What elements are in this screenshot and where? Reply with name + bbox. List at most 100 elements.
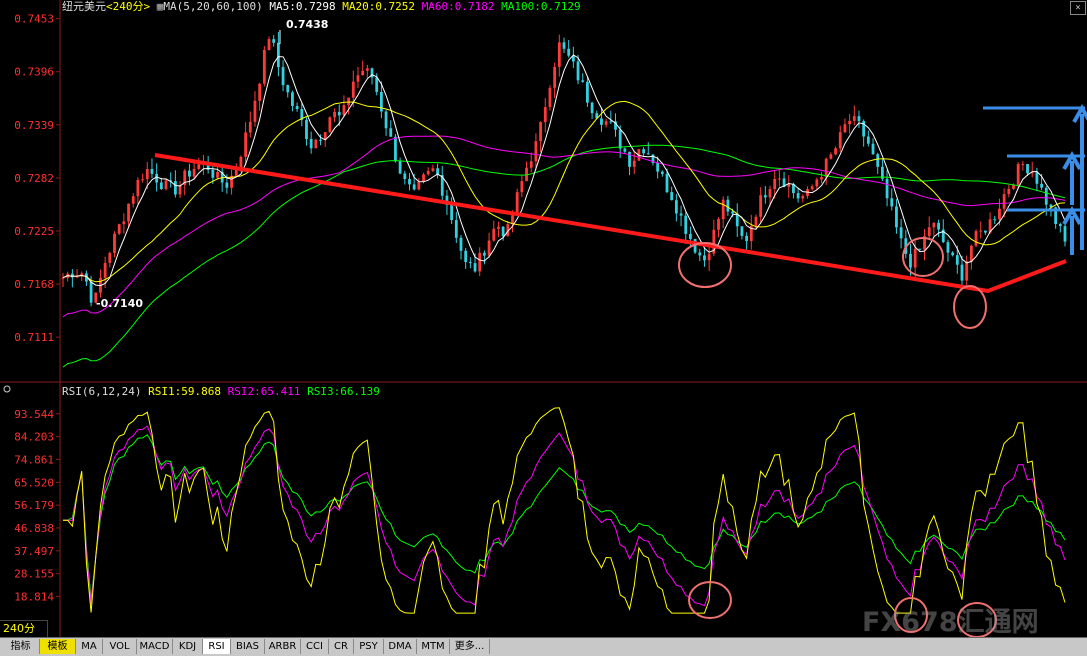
candle-body — [777, 178, 781, 180]
candle-body — [1026, 163, 1029, 174]
candle-body — [618, 129, 622, 149]
candle-body — [740, 226, 744, 236]
price-tick-label: 0.7339 — [14, 119, 54, 132]
candle-body — [557, 42, 561, 67]
candle-body — [468, 262, 472, 264]
candle-body — [895, 206, 898, 228]
tab-more[interactable]: 更多... — [450, 639, 490, 654]
period-label[interactable]: 240分 — [0, 620, 48, 637]
candle-body — [356, 75, 360, 82]
candle-body — [103, 262, 107, 278]
tab-dma[interactable]: DMA — [384, 639, 417, 654]
candle-body — [276, 42, 280, 68]
candle-body — [984, 230, 987, 233]
candle-body — [192, 168, 196, 177]
candle-body — [1021, 163, 1025, 165]
tab-psy[interactable]: PSY — [354, 639, 384, 654]
candle-body — [473, 263, 477, 272]
candle-body — [726, 199, 730, 212]
tab-kdj[interactable]: KDJ — [173, 639, 203, 654]
candle-body — [1007, 188, 1011, 195]
candle-body — [965, 261, 969, 281]
candle-body — [885, 178, 889, 199]
candle-body — [1063, 226, 1067, 242]
candle-body — [150, 169, 154, 174]
candle-body — [539, 122, 542, 142]
candle-body — [244, 132, 248, 157]
candle-body — [927, 227, 931, 237]
candle-body — [567, 48, 571, 56]
candle-body — [412, 184, 416, 190]
tab-ma[interactable]: MA — [76, 639, 103, 654]
candle-body — [492, 228, 496, 241]
close-icon[interactable]: × — [1070, 1, 1086, 15]
candle-body — [979, 230, 983, 232]
candle-body — [890, 198, 894, 207]
candle-body — [609, 121, 613, 123]
rsi2-value: RSI2:65.411 — [227, 385, 301, 398]
candle-body — [731, 211, 734, 214]
candle-body — [871, 143, 875, 155]
candle-body — [993, 219, 997, 221]
rsi-tick-label: 37.497 — [14, 545, 54, 558]
candle-body — [913, 248, 917, 268]
candle-body — [670, 192, 674, 201]
candle-body — [1058, 224, 1062, 227]
candle-body — [253, 100, 257, 122]
candle-body — [314, 139, 318, 149]
rsi-tick-label: 65.520 — [14, 476, 54, 489]
tab-arbr[interactable]: ARBR — [265, 639, 301, 654]
candle-body — [815, 179, 819, 187]
candle-body — [248, 121, 252, 133]
tab-indicator[interactable]: 指标 — [2, 639, 40, 654]
tab-template[interactable]: 模板 — [40, 639, 76, 654]
tab-cci[interactable]: CCI — [301, 639, 329, 654]
candle-body — [955, 255, 959, 265]
candle-body — [632, 160, 636, 167]
tab-bias[interactable]: BIAS — [231, 639, 265, 654]
tab-macd[interactable]: MACD — [137, 639, 173, 654]
candle-body — [478, 252, 482, 272]
candle-body — [497, 226, 500, 229]
candle-body — [173, 181, 177, 195]
candle-body — [417, 181, 421, 190]
symbol-label: 纽元美元 — [62, 0, 106, 13]
price-tick-label: 0.7453 — [14, 13, 54, 26]
candle-body — [483, 252, 486, 256]
watermark-logo: FX678汇通网 — [862, 607, 1039, 638]
chart-area[interactable]: 0.7453 0.7396 0.7339 0.7282 0.7225 0.7168 0.71… — [0, 0, 1087, 637]
ma20-value: MA20:0.7252 — [342, 0, 416, 13]
candle-body — [974, 231, 978, 246]
candle-body — [876, 154, 880, 167]
rsi-tick-label: 56.179 — [14, 499, 54, 512]
candle-body — [164, 180, 168, 189]
candle-body — [759, 195, 763, 217]
candle-body — [394, 136, 397, 162]
tab-cr[interactable]: CR — [329, 639, 354, 654]
candle-body — [829, 154, 833, 159]
candle-body — [501, 226, 505, 237]
candle-body — [197, 164, 201, 169]
candle-body — [272, 39, 276, 43]
tab-vol[interactable]: VOL — [103, 639, 137, 654]
candle-body — [351, 81, 355, 98]
indicator-tab-bar: 指标 模板 MA VOL MACD KDJ RSI BIAS ARBR CCI CR PSY DMA MT… — [0, 637, 1087, 656]
candle-body — [534, 141, 538, 162]
candle-body — [454, 220, 458, 238]
candle-body — [665, 173, 669, 193]
candle-body — [562, 42, 566, 49]
candle-body — [548, 87, 552, 108]
candle-body — [450, 204, 454, 221]
price-tick-label: 0.7225 — [14, 225, 54, 238]
candle-body — [852, 116, 856, 121]
tab-rsi[interactable]: RSI — [203, 639, 231, 654]
candle-body — [600, 118, 603, 125]
rsi3-value: RSI3:66.139 — [307, 385, 380, 398]
candle-body — [262, 49, 266, 84]
tab-mtm[interactable]: MTM — [417, 639, 450, 654]
candle-body — [431, 168, 435, 171]
candle-body — [768, 189, 772, 198]
candle-body — [347, 97, 351, 106]
candle-body — [684, 215, 688, 234]
candle-body — [398, 161, 402, 174]
